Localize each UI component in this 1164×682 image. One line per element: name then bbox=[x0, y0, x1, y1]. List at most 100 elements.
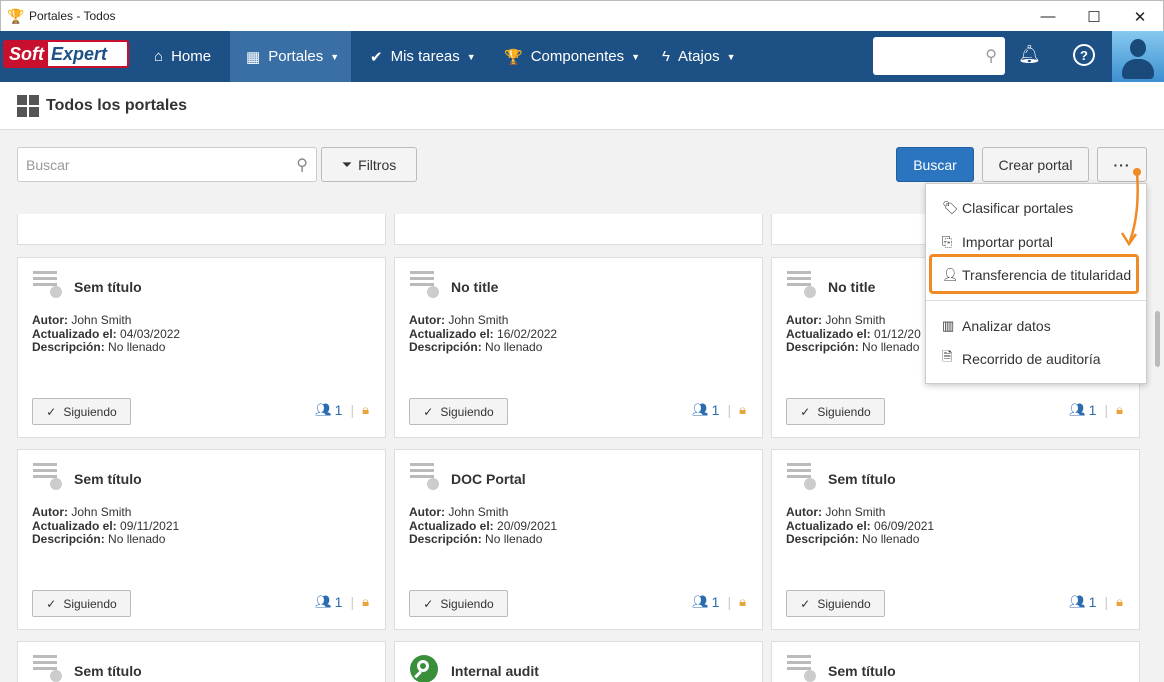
following-button[interactable]: ✓ Siguiendo bbox=[409, 398, 508, 425]
nav-mis-tareas[interactable]: ✔ Mis tareas ▼ bbox=[354, 31, 492, 82]
following-button[interactable]: ✓ Siguiendo bbox=[409, 590, 508, 617]
menu-item-analyze[interactable]: ▥ Analizar datos bbox=[926, 311, 1146, 341]
card-meta: Autor: John Smith Actualizado el: 04/03/… bbox=[32, 313, 180, 355]
card-title[interactable]: Sem título bbox=[828, 471, 896, 487]
portal-card[interactable]: Sem título bbox=[771, 641, 1140, 682]
search-button[interactable]: Buscar bbox=[896, 147, 974, 182]
avatar[interactable] bbox=[1112, 31, 1164, 82]
description-value: No llenado bbox=[108, 340, 166, 354]
help-icon[interactable]: ? bbox=[1073, 44, 1095, 66]
check-icon: ✓ bbox=[46, 404, 57, 419]
author-value: John Smith bbox=[71, 505, 132, 519]
minimize-icon[interactable]: — bbox=[1025, 1, 1071, 32]
global-search-input[interactable]: ⚲ bbox=[873, 37, 1005, 75]
portal-card[interactable]: Sem título bbox=[17, 641, 386, 682]
lock-icon[interactable]: 🔒︎ bbox=[1116, 594, 1123, 610]
card-title[interactable]: No title bbox=[828, 279, 875, 295]
portal-card[interactable]: DOC Portal Autor: John Smith Actualizado… bbox=[394, 449, 763, 630]
logo-soft: Soft bbox=[5, 42, 48, 66]
description-value: No llenado bbox=[485, 532, 543, 546]
users-icon[interactable]: 👥︎ bbox=[692, 402, 709, 418]
card-title[interactable]: Sem título bbox=[74, 663, 142, 679]
member-count: 1 bbox=[711, 594, 720, 610]
member-count: 1 bbox=[334, 594, 343, 610]
description-label: Descripción: bbox=[32, 340, 105, 354]
author-label: Autor: bbox=[409, 505, 445, 519]
menu-item-label: Clasificar portales bbox=[962, 200, 1074, 216]
updated-label: Actualizado el: bbox=[786, 518, 871, 533]
author-value: John Smith bbox=[71, 313, 132, 327]
card-title[interactable]: No title bbox=[451, 279, 498, 295]
portal-icon bbox=[787, 271, 817, 299]
following-button[interactable]: ✓ Siguiendo bbox=[786, 590, 885, 617]
card-meta: Autor: John Smith Actualizado el: 09/11/… bbox=[32, 505, 179, 547]
portal-card[interactable]: Internal audit bbox=[394, 641, 763, 682]
bell-icon[interactable]: 🔔︎ bbox=[1018, 44, 1041, 65]
scrollbar[interactable] bbox=[1152, 214, 1164, 682]
portal-icon bbox=[787, 655, 817, 682]
menu-item-audit-trail[interactable]: 🗎︎ Recorrido de auditoría bbox=[926, 344, 1146, 374]
updated-label: Actualizado el: bbox=[409, 326, 494, 341]
search-input[interactable] bbox=[26, 156, 286, 173]
nav-atajos[interactable]: ϟ Atajos ▼ bbox=[646, 31, 752, 82]
member-count: 1 bbox=[334, 402, 343, 418]
author-label: Autor: bbox=[32, 505, 68, 519]
lock-icon[interactable]: 🔒︎ bbox=[362, 594, 369, 610]
member-count: 1 bbox=[711, 402, 720, 418]
search-icon[interactable]: ⚲ bbox=[985, 46, 997, 66]
following-button[interactable]: ✓ Siguiendo bbox=[32, 398, 131, 425]
lock-icon[interactable]: 🔒︎ bbox=[362, 402, 369, 418]
author-value: John Smith bbox=[825, 505, 886, 519]
nav-home-label: Home bbox=[171, 48, 212, 65]
portal-icon bbox=[33, 655, 63, 682]
check-icon: ✓ bbox=[800, 404, 811, 419]
following-label: Siguiendo bbox=[817, 596, 871, 611]
portal-card[interactable]: Sem título Autor: John Smith Actualizado… bbox=[17, 257, 386, 438]
import-icon: ⎘ bbox=[942, 234, 953, 249]
bolt-icon: ϟ bbox=[662, 48, 670, 65]
updated-label: Actualizado el: bbox=[32, 326, 117, 341]
portal-icon bbox=[787, 463, 817, 491]
following-label: Siguiendo bbox=[440, 404, 494, 419]
nav-componentes[interactable]: 🏆 Componentes ▼ bbox=[488, 31, 656, 82]
card-title[interactable]: Sem título bbox=[828, 663, 896, 679]
users-icon[interactable]: 👥︎ bbox=[1069, 402, 1086, 418]
scrollbar-thumb[interactable] bbox=[1155, 311, 1160, 367]
softexpert-logo[interactable]: Soft Expert bbox=[3, 40, 129, 68]
create-portal-button[interactable]: Crear portal bbox=[982, 147, 1089, 182]
portal-card[interactable]: Sem título Autor: John Smith Actualizado… bbox=[771, 449, 1140, 630]
lock-icon[interactable]: 🔒︎ bbox=[739, 402, 746, 418]
users-icon[interactable]: 👥︎ bbox=[692, 594, 709, 610]
card-title[interactable]: Sem título bbox=[74, 279, 142, 295]
search-icon[interactable]: ⚲ bbox=[296, 155, 308, 175]
nav-componentes-label: Componentes bbox=[530, 48, 625, 65]
card-title[interactable]: DOC Portal bbox=[451, 471, 526, 487]
card-title[interactable]: Internal audit bbox=[451, 663, 539, 679]
portal-card[interactable]: No title Autor: John Smith Actualizado e… bbox=[394, 257, 763, 438]
member-count: 1 bbox=[1088, 594, 1097, 610]
following-button[interactable]: ✓ Siguiendo bbox=[32, 590, 131, 617]
users-icon[interactable]: 👥︎ bbox=[315, 594, 332, 610]
portal-card[interactable]: Sem título Autor: John Smith Actualizado… bbox=[17, 449, 386, 630]
nav-portales[interactable]: ▦ Portales ▼ bbox=[230, 31, 351, 82]
author-label: Autor: bbox=[409, 313, 445, 327]
following-button[interactable]: ✓ Siguiendo bbox=[786, 398, 885, 425]
nav-home[interactable]: ⌂ Home bbox=[138, 31, 227, 82]
search-field[interactable]: ⚲ bbox=[17, 147, 317, 182]
card-title[interactable]: Sem título bbox=[74, 471, 142, 487]
users-icon[interactable]: 👥︎ bbox=[315, 402, 332, 418]
check-icon: ✓ bbox=[800, 596, 811, 611]
users-icon[interactable]: 👥︎ bbox=[1069, 594, 1086, 610]
filters-button[interactable]: ⏷ Filtros bbox=[321, 147, 417, 182]
dashboard-icon: ▦ bbox=[246, 48, 261, 66]
portal-grid-icon bbox=[17, 94, 39, 117]
lock-icon[interactable]: 🔒︎ bbox=[1116, 402, 1123, 418]
following-label: Siguiendo bbox=[440, 596, 494, 611]
author-label: Autor: bbox=[32, 313, 68, 327]
lock-icon[interactable]: 🔒︎ bbox=[739, 594, 746, 610]
card-stats: 👥︎ 1 | 🔒︎ bbox=[1069, 594, 1123, 610]
portal-card[interactable]: ✓Siguiendo 👥︎1|🔒︎ bbox=[17, 214, 386, 245]
close-icon[interactable]: ✕ bbox=[1117, 1, 1163, 32]
portal-card[interactable]: ✓Siguiendo 👥︎1|🔒︎ bbox=[394, 214, 763, 245]
maximize-icon[interactable]: ☐ bbox=[1071, 1, 1117, 32]
